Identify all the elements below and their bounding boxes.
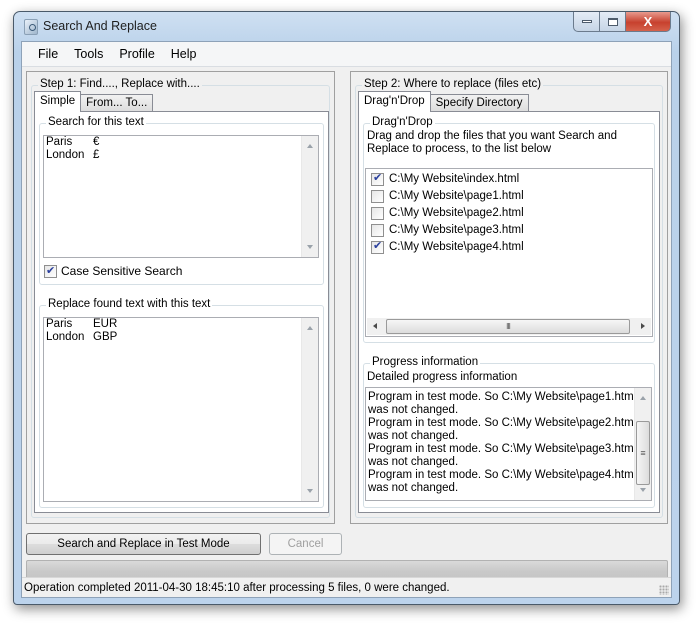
log-line: was not changed. — [368, 404, 459, 416]
case-sensitive-checkbox[interactable] — [44, 264, 57, 278]
search-label: Search for this text — [46, 116, 146, 128]
progress-label: Progress information — [370, 356, 481, 368]
file-list-item[interactable]: C:\My Website\page3.html — [366, 222, 652, 239]
minimize-button[interactable] — [573, 12, 600, 32]
search-textarea[interactable]: Paris € London £ — [43, 135, 319, 258]
log-line: Program in test mode. So C:\My Website\p… — [368, 417, 637, 429]
resize-grip-icon[interactable] — [659, 585, 669, 595]
scroll-down-icon[interactable] — [640, 488, 646, 492]
log-line: was not changed. — [368, 456, 459, 468]
case-sensitive-option[interactable]: Case Sensitive Search — [44, 264, 182, 278]
status-text: Operation completed 2011-04-30 18:45:10 … — [24, 581, 450, 594]
file-list-hscrollbar[interactable]: III — [367, 318, 651, 335]
step2-tabs: Drag'n'Drop Specify Directory — [358, 91, 529, 112]
dragndrop-instructions: Drag and drop the files that you want Se… — [367, 130, 617, 155]
step1-tabpage: Search for this text Paris€ London£ Case… — [34, 111, 329, 513]
scroll-right-icon[interactable] — [641, 323, 645, 329]
progress-detail-label: Detailed progress information — [367, 371, 518, 383]
scroll-up-icon[interactable] — [640, 396, 646, 400]
scroll-down-icon[interactable] — [307, 245, 313, 249]
file-list[interactable]: C:\My Website\index.html C:\My Website\p… — [365, 168, 653, 337]
file-checkbox[interactable] — [371, 172, 384, 186]
app-window: Search And Replace X File Tools Profile … — [13, 11, 680, 605]
scroll-up-icon[interactable] — [307, 144, 313, 148]
search-row: London £ — [46, 149, 100, 161]
log-line: Program in test mode. So C:\My Website\p… — [368, 391, 637, 403]
menu-bar: File Tools Profile Help — [22, 42, 671, 67]
tab-from-to[interactable]: From... To... — [80, 94, 154, 112]
file-list-item[interactable]: C:\My Website\page2.html — [366, 205, 652, 222]
menu-help[interactable]: Help — [163, 44, 205, 64]
replace-label: Replace found text with this text — [46, 298, 213, 310]
menu-tools[interactable]: Tools — [66, 44, 111, 64]
dragndrop-label: Drag'n'Drop — [370, 116, 435, 128]
step1-title: Step 1: Find...., Replace with.... — [38, 78, 202, 90]
log-line: was not changed. — [368, 430, 459, 442]
scroll-down-icon[interactable] — [307, 489, 313, 493]
file-checkbox[interactable] — [371, 207, 384, 220]
app-icon[interactable] — [24, 19, 38, 35]
step2-title: Step 2: Where to replace (files etc) — [362, 78, 544, 90]
file-checkbox[interactable] — [371, 190, 384, 203]
maximize-icon — [607, 17, 618, 26]
tab-specify-directory[interactable]: Specify Directory — [429, 94, 529, 112]
menu-file[interactable]: File — [30, 44, 66, 64]
title-bar[interactable]: Search And Replace X — [14, 12, 679, 42]
hscroll-thumb[interactable]: III — [386, 319, 630, 334]
replace-textarea[interactable]: Paris EUR London GBP — [43, 317, 319, 502]
search-row: Paris € — [46, 136, 100, 148]
grip-icon: ≡ — [640, 447, 646, 458]
grip-icon: III — [506, 322, 511, 331]
maximize-button[interactable] — [600, 12, 626, 32]
log-line: was not changed. — [368, 482, 459, 494]
file-checkbox[interactable] — [371, 224, 384, 237]
client-area: File Tools Profile Help Step 1: Find....… — [21, 41, 672, 598]
step1-tabs: Simple From... To... — [34, 91, 154, 112]
close-button[interactable]: X — [626, 12, 671, 32]
file-list-item[interactable]: C:\My Website\page1.html — [366, 188, 652, 205]
window-title: Search And Replace — [43, 19, 157, 33]
step2-tabpage: Drag'n'Drop Drag and drop the files that… — [358, 111, 660, 513]
log-line: Program in test mode. So C:\My Website\p… — [368, 443, 637, 455]
file-checkbox[interactable] — [371, 240, 384, 254]
status-bar: Operation completed 2011-04-30 18:45:10 … — [22, 577, 671, 597]
minimize-icon — [581, 20, 592, 23]
tab-simple[interactable]: Simple — [34, 91, 82, 112]
cancel-button[interactable]: Cancel — [269, 533, 342, 555]
search-vscrollbar[interactable] — [301, 136, 318, 257]
progress-vscrollbar[interactable]: ≡ — [634, 388, 651, 500]
scroll-left-icon[interactable] — [373, 323, 377, 329]
tab-dragndrop[interactable]: Drag'n'Drop — [358, 91, 431, 112]
replace-row: London GBP — [46, 331, 118, 343]
vscroll-thumb[interactable]: ≡ — [636, 421, 650, 485]
file-list-item[interactable]: C:\My Website\index.html — [366, 171, 652, 188]
case-sensitive-label: Case Sensitive Search — [61, 264, 183, 278]
scroll-up-icon[interactable] — [307, 326, 313, 330]
search-replace-test-button[interactable]: Search and Replace in Test Mode — [26, 533, 261, 555]
progress-log[interactable]: Program in test mode. So C:\My Website\p… — [365, 387, 652, 501]
caption-buttons: X — [573, 12, 671, 32]
replace-row: Paris EUR — [46, 318, 118, 330]
file-list-item[interactable]: C:\My Website\page4.html — [366, 239, 652, 256]
log-line: Program in test mode. So C:\My Website\p… — [368, 469, 637, 481]
menu-profile[interactable]: Profile — [111, 44, 162, 64]
close-icon: X — [643, 14, 653, 29]
replace-vscrollbar[interactable] — [301, 318, 318, 501]
